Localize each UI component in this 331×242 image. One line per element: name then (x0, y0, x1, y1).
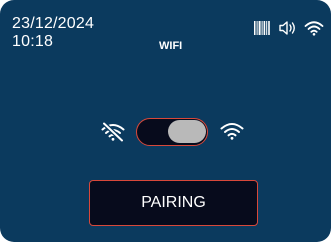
wifi-toggle-switch[interactable] (136, 118, 208, 146)
time-text: 10:18 (12, 33, 54, 50)
wifi-off-icon (101, 122, 125, 142)
status-icons (254, 20, 326, 36)
date-text: 23/12/2024 (12, 15, 95, 32)
screen-title: WIFI (159, 40, 183, 52)
speaker-icon (279, 21, 295, 35)
barcode-icon (254, 21, 270, 35)
pairing-button[interactable]: PAIRING (89, 180, 258, 226)
toggle-knob[interactable] (168, 120, 206, 143)
wifi-icon (304, 21, 324, 36)
wifi-on-icon (220, 123, 244, 140)
wifi-screen: 23/12/2024 10:18 WIFI PAIRING (0, 0, 331, 242)
